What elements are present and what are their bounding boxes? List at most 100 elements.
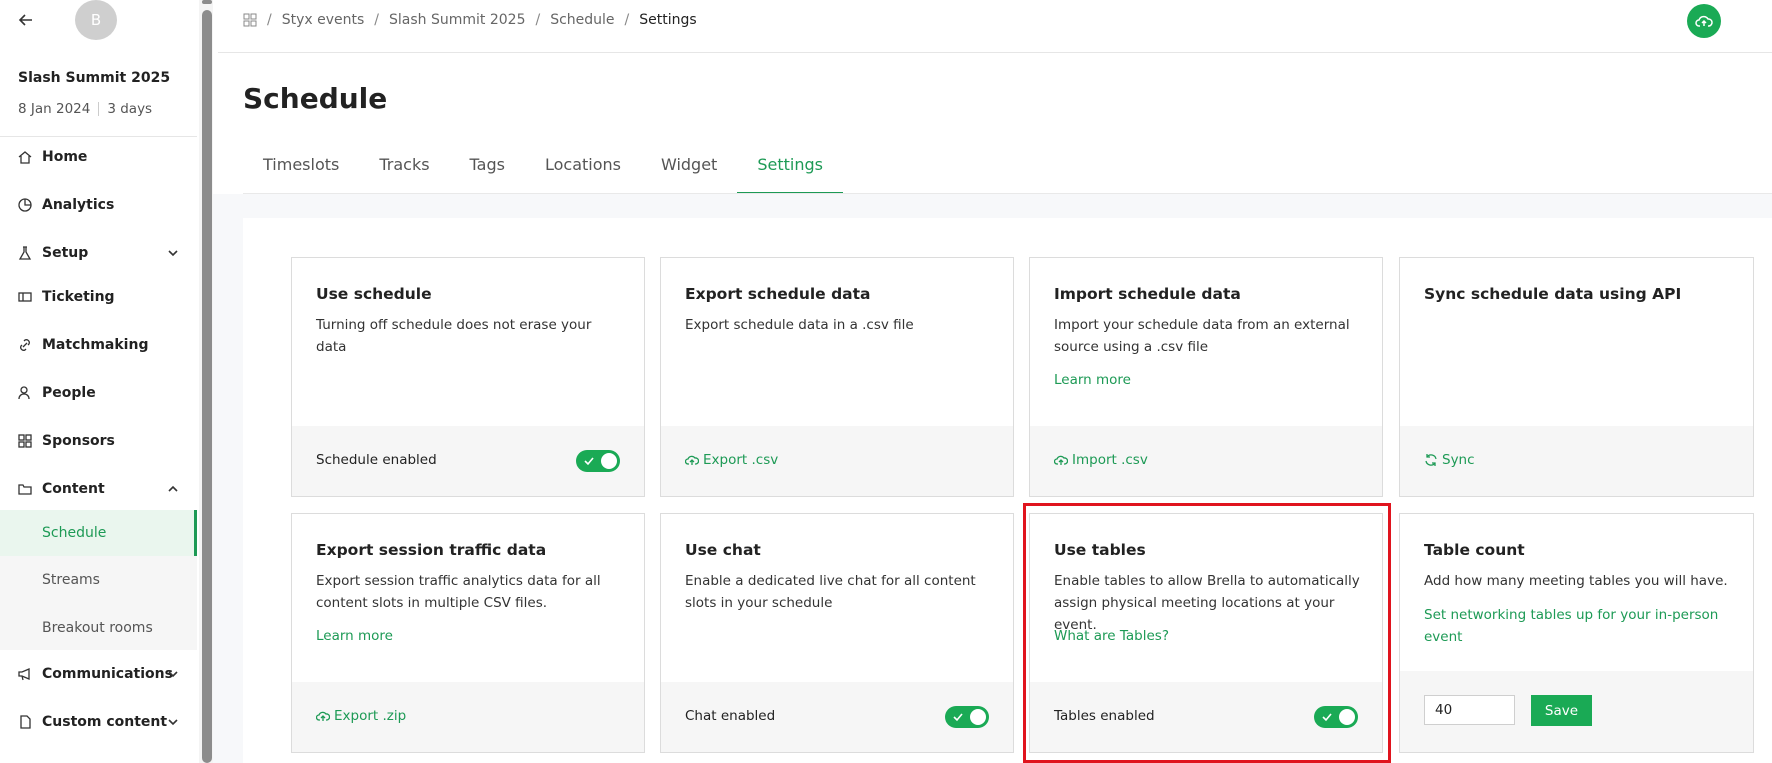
chevron-down-icon <box>168 671 178 678</box>
sidebar-subitem-label: Streams <box>42 572 100 588</box>
sync-button[interactable]: Sync <box>1424 452 1475 468</box>
event-meta: 8 Jan 2024 3 days <box>18 101 152 117</box>
avatar[interactable]: B <box>75 0 117 40</box>
cloud-icon <box>1695 15 1713 27</box>
sidebar: B Slash Summit 2025 8 Jan 2024 3 days Ho… <box>0 0 197 763</box>
sidebar-item-communications[interactable]: Communications <box>0 654 197 694</box>
event-duration: 3 days <box>107 101 153 117</box>
sidebar-item-people[interactable]: People <box>0 373 197 413</box>
sidebar-item-home[interactable]: Home <box>0 137 197 177</box>
check-icon <box>584 457 594 466</box>
tab-tracks[interactable]: Tracks <box>359 143 449 194</box>
sidebar-subitem-label: Breakout rooms <box>42 620 153 636</box>
chevron-up-icon <box>168 485 178 492</box>
page-title: Schedule <box>243 82 388 115</box>
home-icon <box>18 151 32 164</box>
networking-tables-link[interactable]: Set networking tables up for your in-per… <box>1424 604 1724 648</box>
tabs: Timeslots Tracks Tags Locations Widget S… <box>243 143 843 194</box>
sync-label: Sync <box>1442 452 1475 468</box>
card-title: Table count <box>1424 541 1525 559</box>
breadcrumb-link[interactable]: Schedule <box>550 12 614 28</box>
back-arrow-icon[interactable] <box>16 10 36 30</box>
breadcrumb: / Styx events / Slash Summit 2025 / Sche… <box>243 12 697 28</box>
toggle-label: Chat enabled <box>685 708 776 724</box>
tab-settings[interactable]: Settings <box>737 143 843 194</box>
tab-timeslots[interactable]: Timeslots <box>243 143 359 194</box>
apps-grid-icon[interactable] <box>243 13 257 27</box>
table-count-input[interactable] <box>1424 695 1515 725</box>
card-use-schedule: Use schedule Turning off schedule does n… <box>291 257 645 497</box>
scrollbar-top-thumb[interactable] <box>202 0 212 4</box>
breadcrumb-link[interactable]: Slash Summit 2025 <box>389 12 525 28</box>
event-name: Slash Summit 2025 <box>18 70 171 86</box>
card-description: Add how many meeting tables you will hav… <box>1424 573 1728 589</box>
import-csv-label: Import .csv <box>1072 452 1148 468</box>
card-export-traffic: Export session traffic data Export sessi… <box>291 513 645 753</box>
card-title: Use chat <box>685 541 761 559</box>
sidebar-item-label: People <box>42 385 96 401</box>
sidebar-item-label: Ticketing <box>42 289 115 305</box>
card-description: Export session traffic analytics data fo… <box>316 573 601 611</box>
sidebar-item-label: Home <box>42 149 88 165</box>
card-title: Use schedule <box>316 285 432 303</box>
sidebar-subitem-breakout-rooms[interactable]: Breakout rooms <box>0 605 197 651</box>
pie-chart-icon <box>18 198 32 212</box>
ticket-icon <box>18 292 32 302</box>
top-bar: / Styx events / Slash Summit 2025 / Sche… <box>218 0 1772 53</box>
tab-tags[interactable]: Tags <box>450 143 525 194</box>
check-icon <box>953 713 963 722</box>
card-title: Sync schedule data using API <box>1424 285 1682 303</box>
sidebar-item-analytics[interactable]: Analytics <box>0 185 197 225</box>
import-csv-button[interactable]: Import .csv <box>1054 452 1148 468</box>
flask-icon <box>18 246 32 260</box>
sidebar-item-matchmaking[interactable]: Matchmaking <box>0 325 197 365</box>
sidebar-item-label: Analytics <box>42 197 115 213</box>
sidebar-item-content[interactable]: Content <box>0 469 197 509</box>
toggle-label: Schedule enabled <box>316 452 437 468</box>
save-button[interactable]: Save <box>1531 695 1592 726</box>
schedule-enabled-toggle[interactable] <box>576 450 620 472</box>
sidebar-item-custom-content[interactable]: Custom content <box>0 702 197 742</box>
sidebar-item-label: Custom content <box>42 714 168 730</box>
card-export-schedule: Export schedule data Export schedule dat… <box>660 257 1014 497</box>
card-sync-schedule: Sync schedule data using API Sync <box>1399 257 1754 497</box>
export-zip-button[interactable]: Export .zip <box>316 708 406 724</box>
export-csv-label: Export .csv <box>703 452 779 468</box>
export-csv-button[interactable]: Export .csv <box>685 452 778 468</box>
sidebar-subitem-schedule[interactable]: Schedule <box>0 510 197 556</box>
cloud-sync-button[interactable] <box>1687 4 1721 38</box>
sidebar-item-ticketing[interactable]: Ticketing <box>0 277 197 317</box>
cloud-upload-icon <box>685 455 699 465</box>
card-description: Turning off schedule does not erase your… <box>316 317 592 355</box>
card-import-schedule: Import schedule data Import your schedul… <box>1029 257 1383 497</box>
learn-more-link[interactable]: Learn more <box>1054 372 1131 388</box>
sidebar-item-setup[interactable]: Setup <box>0 233 197 273</box>
breadcrumb-link[interactable]: Styx events <box>282 12 365 28</box>
card-table-count: Table count Add how many meeting tables … <box>1399 513 1754 753</box>
scrollbar-thumb[interactable] <box>202 10 212 763</box>
sidebar-item-sponsors[interactable]: Sponsors <box>0 421 197 461</box>
people-icon <box>18 386 30 400</box>
sidebar-item-label: Content <box>42 481 105 497</box>
megaphone-icon <box>18 668 30 681</box>
grid-icon <box>18 434 32 448</box>
sidebar-subitem-label: Schedule <box>42 525 107 541</box>
file-icon <box>20 715 31 729</box>
card-title: Export schedule data <box>685 285 871 303</box>
card-description: Import your schedule data from an extern… <box>1054 317 1350 355</box>
link-icon <box>20 339 30 351</box>
sidebar-item-label: Sponsors <box>42 433 115 449</box>
sidebar-subitem-streams[interactable]: Streams <box>0 557 197 603</box>
folder-icon <box>18 484 32 495</box>
tab-widget[interactable]: Widget <box>641 143 737 194</box>
card-description: Export schedule data in a .csv file <box>685 317 914 333</box>
tab-locations[interactable]: Locations <box>525 143 641 194</box>
chevron-down-icon <box>168 719 178 726</box>
sidebar-item-label: Communications <box>42 666 173 682</box>
chevron-down-icon <box>168 250 178 257</box>
learn-more-link[interactable]: Learn more <box>316 628 393 644</box>
cloud-upload-icon <box>1054 455 1068 465</box>
event-date: 8 Jan 2024 <box>18 101 91 117</box>
chat-enabled-toggle[interactable] <box>945 706 989 728</box>
sidebar-item-label: Setup <box>42 245 89 261</box>
